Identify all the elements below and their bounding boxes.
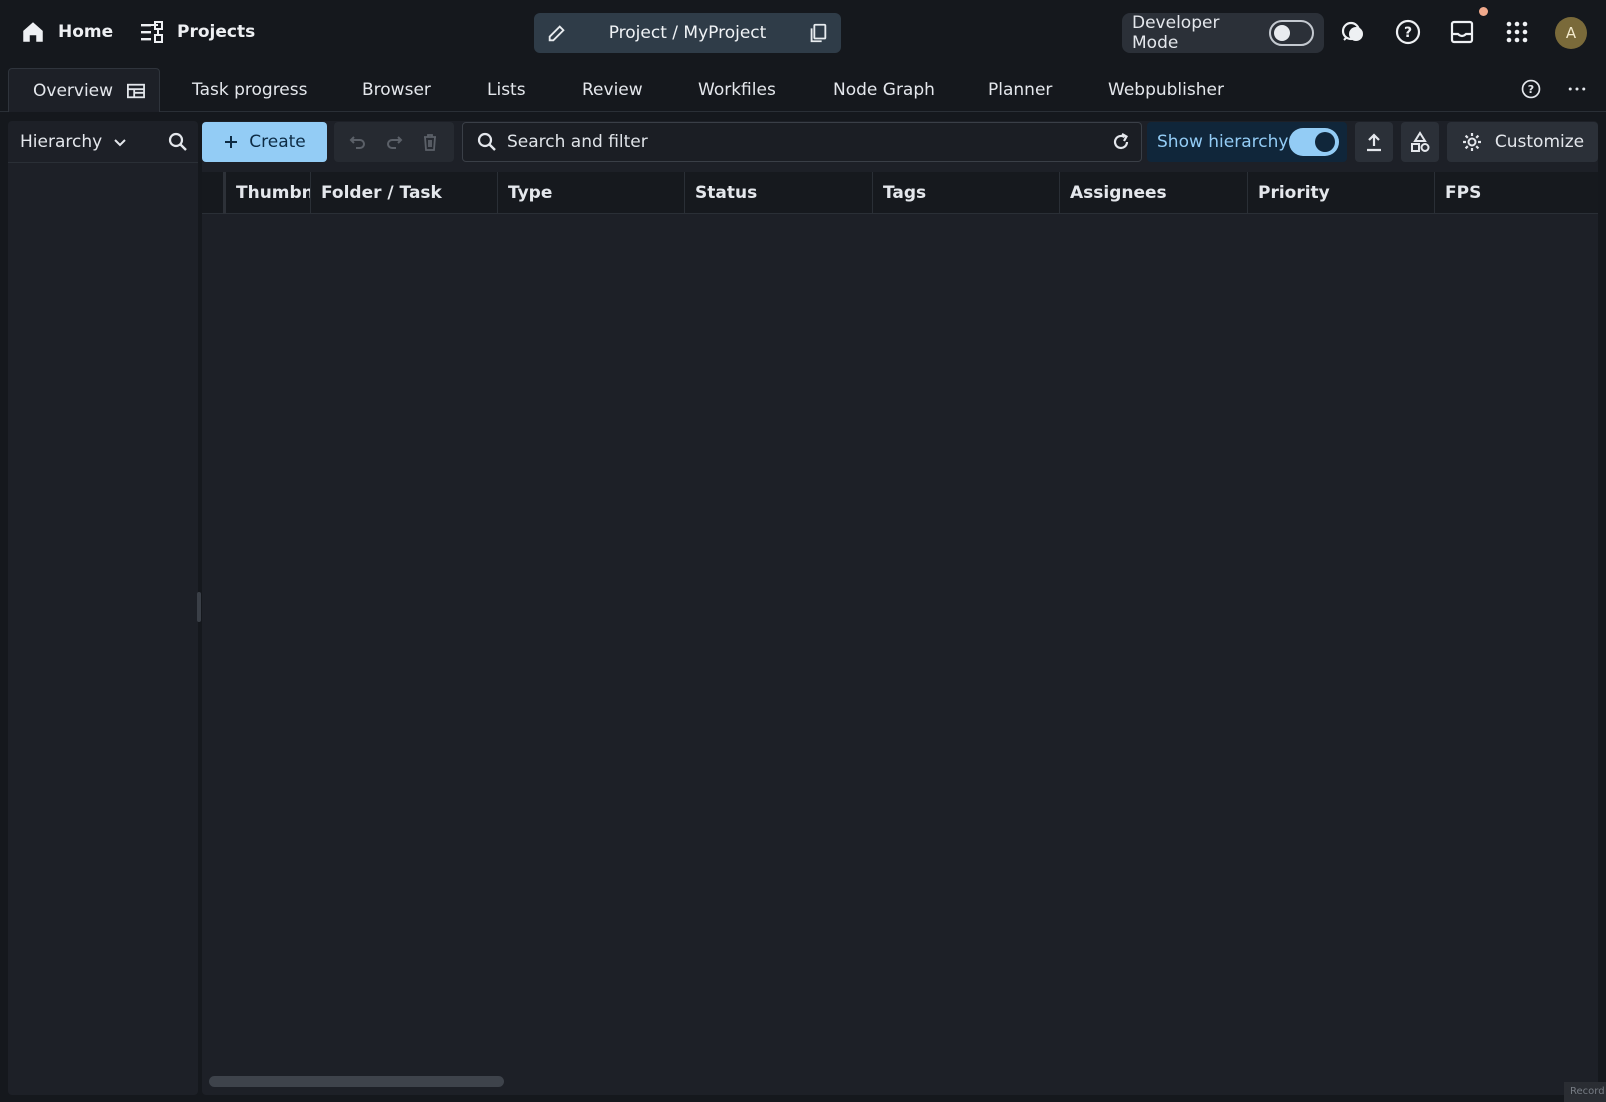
show-hierarchy-toggle[interactable]: Show hierarchy xyxy=(1147,122,1347,162)
shapes-button[interactable] xyxy=(1401,122,1439,162)
layout-icon[interactable] xyxy=(127,82,145,100)
horizontal-scrollbar[interactable] xyxy=(209,1076,504,1087)
home-link[interactable]: Home xyxy=(20,14,113,50)
refresh-icon[interactable] xyxy=(1111,132,1131,152)
main-panel xyxy=(202,121,1598,1095)
copy-icon[interactable] xyxy=(807,22,829,44)
column-header-priority[interactable]: Priority xyxy=(1248,172,1435,214)
tab-label: Task progress xyxy=(192,80,308,100)
column-header-type[interactable]: Type xyxy=(498,172,685,214)
row-select-column[interactable] xyxy=(202,172,226,214)
edit-pencil-icon[interactable] xyxy=(546,22,568,44)
project-title-bar: Project / MyProject xyxy=(534,13,841,53)
search-icon xyxy=(477,132,496,151)
projects-link[interactable]: Projects xyxy=(139,14,255,50)
search-icon[interactable] xyxy=(168,132,188,152)
column-header-fps[interactable]: FPS xyxy=(1435,172,1598,214)
search-and-filter xyxy=(462,122,1142,162)
tab-workfiles[interactable]: Workfiles xyxy=(698,68,776,112)
edit-actions-group xyxy=(334,122,454,162)
hierarchy-dropdown[interactable]: Hierarchy xyxy=(20,132,102,152)
tab-label: Planner xyxy=(988,80,1053,100)
notification-dot xyxy=(1479,7,1488,16)
svg-text:?: ? xyxy=(1404,25,1412,41)
top-bar: Home Projects Project / MyProject Develo… xyxy=(0,0,1606,64)
tab-browser[interactable]: Browser xyxy=(362,68,431,112)
tab-node-graph[interactable]: Node Graph xyxy=(833,68,935,112)
tab-help-button[interactable]: ? xyxy=(1514,72,1548,106)
sidebar-resize-handle[interactable] xyxy=(197,592,201,622)
record-label: Record xyxy=(1564,1082,1606,1102)
home-label: Home xyxy=(58,22,114,42)
apps-button[interactable] xyxy=(1500,15,1534,49)
tab-task-progress[interactable]: Task progress xyxy=(192,68,307,112)
create-button[interactable]: Create xyxy=(202,122,327,162)
more-horizontal-icon xyxy=(1568,87,1586,91)
tab-webpublisher[interactable]: Webpublisher xyxy=(1108,68,1224,112)
tab-label: Webpublisher xyxy=(1108,80,1224,100)
create-label: Create xyxy=(249,132,306,152)
show-hierarchy-switch[interactable] xyxy=(1289,128,1339,156)
column-header-tags[interactable]: Tags xyxy=(873,172,1060,214)
apps-grid-icon xyxy=(1506,21,1528,43)
column-header-assignees[interactable]: Assignees xyxy=(1060,172,1248,214)
chat-button[interactable] xyxy=(1336,15,1370,49)
help-icon: ? xyxy=(1521,79,1541,99)
chevron-down-icon[interactable] xyxy=(112,134,128,150)
help-icon: ? xyxy=(1395,19,1421,45)
tab-review[interactable]: Review xyxy=(582,68,643,112)
shapes-icon xyxy=(1411,131,1430,152)
developer-mode-switch[interactable] xyxy=(1269,20,1314,46)
plus-icon xyxy=(225,136,238,148)
chat-icon xyxy=(1341,21,1363,41)
upload-button[interactable] xyxy=(1355,122,1393,162)
column-header-thumbnail[interactable]: Thumbn xyxy=(226,172,311,214)
column-header-folder-task[interactable]: Folder / Task xyxy=(311,172,498,214)
search-input[interactable] xyxy=(507,132,1101,152)
customize-button[interactable]: Customize xyxy=(1447,122,1598,162)
projects-icon xyxy=(141,21,163,43)
table-header: Thumbn Folder / Task Type Status Tags As… xyxy=(202,172,1598,214)
customize-label: Customize xyxy=(1494,132,1585,152)
inbox-icon xyxy=(1450,20,1474,44)
tab-label: Browser xyxy=(362,80,431,100)
tab-label: Workfiles xyxy=(698,80,776,100)
tab-label: Overview xyxy=(33,80,114,101)
projects-label: Projects xyxy=(177,22,256,42)
upload-icon xyxy=(1367,133,1381,152)
column-header-status[interactable]: Status xyxy=(685,172,873,214)
hierarchy-sidebar: Hierarchy xyxy=(8,121,198,1095)
show-hierarchy-label: Show hierarchy xyxy=(1157,132,1289,152)
avatar[interactable]: A xyxy=(1555,17,1587,49)
project-title: Project / MyProject xyxy=(608,23,767,43)
tab-label: Node Graph xyxy=(833,80,935,100)
developer-mode-label: Developer Mode xyxy=(1132,13,1220,53)
more-options-button[interactable] xyxy=(1560,72,1594,106)
developer-mode-toggle[interactable]: Developer Mode xyxy=(1122,13,1324,53)
gear-icon xyxy=(1462,133,1481,151)
svg-text:?: ? xyxy=(1528,83,1534,96)
delete-icon[interactable] xyxy=(420,132,440,152)
tab-label: Review xyxy=(582,80,643,100)
tab-label: Lists xyxy=(487,80,526,100)
tab-lists[interactable]: Lists xyxy=(487,68,526,112)
undo-icon[interactable] xyxy=(348,132,368,152)
help-button[interactable]: ? xyxy=(1391,15,1425,49)
home-icon xyxy=(23,22,43,42)
tab-overview[interactable]: Overview xyxy=(8,68,160,112)
redo-icon[interactable] xyxy=(384,132,404,152)
tab-bar: Overview Task progress Browser Lists Rev… xyxy=(0,66,1606,112)
inbox-button[interactable] xyxy=(1445,15,1479,49)
sidebar-header: Hierarchy xyxy=(8,121,198,163)
tab-planner[interactable]: Planner xyxy=(988,68,1052,112)
toolbar: Create Show hierarchy Customize xyxy=(202,122,1598,162)
